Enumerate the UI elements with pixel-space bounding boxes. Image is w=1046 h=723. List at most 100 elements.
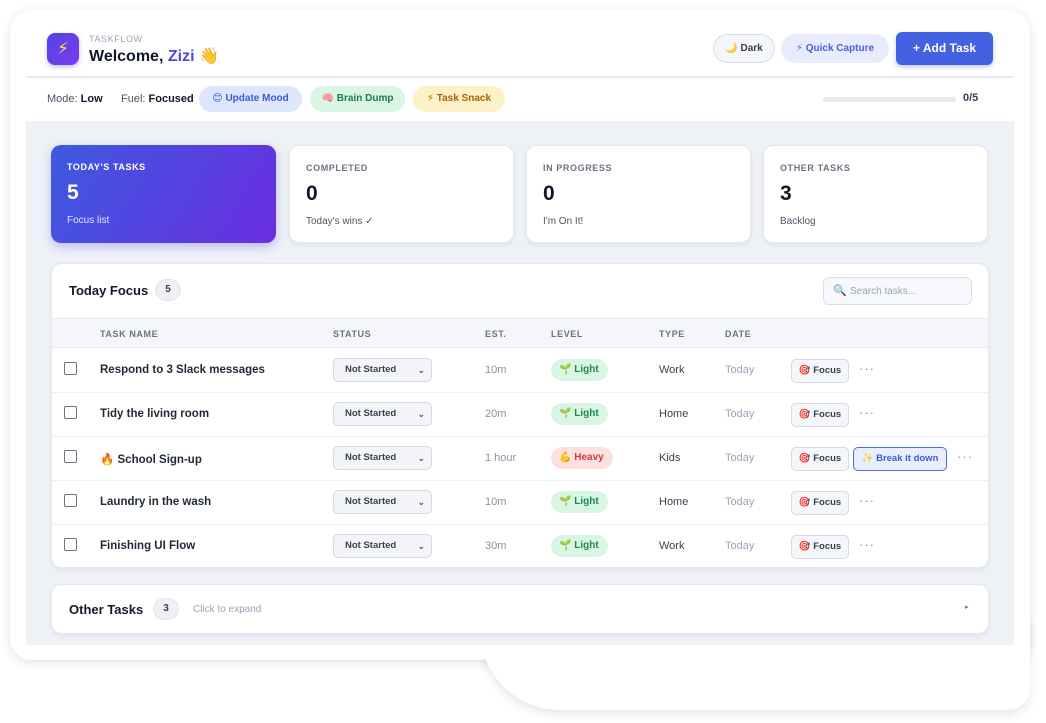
mode-label: Mode:: [47, 93, 78, 105]
brand-name: TASKFLOW: [89, 34, 143, 44]
table-row[interactable]: 🔥 School Sign-up Not Started ⌄ 1 hour 💪 Heav…: [52, 437, 988, 481]
expand-caret-icon[interactable]: ▸: [965, 603, 969, 611]
col-type[interactable]: TYPE: [659, 329, 685, 339]
more-options-icon[interactable]: ···: [859, 361, 875, 376]
task-name[interactable]: 🔥 School Sign-up: [100, 452, 202, 466]
task-type: Kids: [659, 452, 681, 464]
task-checkbox[interactable]: [64, 406, 77, 419]
chevron-down-icon: ⌄: [417, 453, 425, 463]
search-box[interactable]: 🔍: [823, 277, 972, 305]
task-type: Work: [659, 364, 685, 376]
dashboard-body: TODAY'S TASKS 5 Focus list COMPLETED 0 T…: [26, 121, 1014, 645]
brain-dump-button[interactable]: 🧠 Brain Dump: [310, 86, 405, 112]
status-select[interactable]: Not Started ⌄: [333, 534, 432, 558]
fuel-label: Fuel:: [121, 93, 146, 105]
break-it-down-button[interactable]: ✨ Break it down: [853, 447, 947, 471]
task-estimate: 1 hour: [485, 452, 517, 464]
card-subtitle: Today's wins ✓: [306, 216, 374, 227]
task-date: Today: [725, 540, 755, 552]
more-options-icon[interactable]: ···: [859, 537, 875, 552]
panel-title: Today Focus: [69, 283, 149, 298]
bolt-logo-icon: ⚡: [47, 33, 79, 65]
level-badge: 💪 Heavy: [551, 447, 613, 469]
search-input[interactable]: [850, 282, 968, 300]
focus-button[interactable]: 🎯 Focus: [791, 535, 849, 559]
status-bar: Mode: Low Fuel: Focused 😊 Update Mood 🧠 …: [26, 80, 1014, 120]
chevron-down-icon: ⌄: [417, 541, 425, 551]
quick-capture-button[interactable]: ⚡ Quick Capture: [781, 34, 889, 63]
task-estimate: 20m: [485, 408, 507, 420]
status-select[interactable]: Not Started ⌄: [333, 490, 432, 514]
col-est[interactable]: EST.: [485, 329, 506, 339]
other-tasks-panel[interactable]: Other Tasks 3 Click to expand ▸: [51, 584, 989, 634]
card-subtitle: Backlog: [780, 216, 816, 227]
task-checkbox[interactable]: [64, 538, 77, 551]
card-in-progress[interactable]: IN PROGRESS 0 I'm On It!: [526, 145, 751, 243]
task-name[interactable]: Tidy the living room: [100, 408, 209, 420]
task-estimate: 10m: [485, 364, 507, 376]
update-mood-button[interactable]: 😊 Update Mood: [199, 86, 302, 112]
chevron-down-icon: ⌄: [417, 365, 425, 375]
col-status[interactable]: STATUS: [333, 329, 371, 339]
daily-progress-bar: [823, 97, 956, 102]
card-label: OTHER TASKS: [780, 163, 851, 173]
card-value: 0: [543, 182, 555, 205]
task-estimate: 30m: [485, 540, 507, 552]
table-row[interactable]: Tidy the living room Not Started ⌄ 20m 🌱 Lig…: [52, 393, 988, 437]
focus-button[interactable]: 🎯 Focus: [791, 403, 849, 427]
user-name: Zizi: [167, 48, 195, 65]
focus-button[interactable]: 🎯 Focus: [791, 491, 849, 515]
task-count-badge: 5: [155, 279, 181, 301]
focus-button[interactable]: 🎯 Focus: [791, 359, 849, 383]
task-type: Home: [659, 408, 689, 420]
add-task-button[interactable]: + Add Task: [896, 32, 993, 65]
other-tasks-title: Other Tasks: [69, 602, 144, 617]
fuel-value: Focused: [148, 93, 194, 105]
status-select[interactable]: Not Started ⌄: [333, 402, 432, 426]
status-select[interactable]: Not Started ⌄: [333, 446, 432, 470]
dark-mode-button[interactable]: 🌙 Dark: [713, 34, 775, 63]
other-tasks-count-badge: 3: [153, 598, 179, 620]
task-checkbox[interactable]: [64, 362, 77, 375]
task-checkbox[interactable]: [64, 450, 77, 463]
card-value: 3: [780, 182, 792, 205]
col-level[interactable]: LEVEL: [551, 329, 583, 339]
table-row[interactable]: Finishing UI Flow Not Started ⌄ 30m 🌱 Light W…: [52, 525, 988, 567]
task-name[interactable]: Respond to 3 Slack messages: [100, 364, 265, 376]
task-type: Work: [659, 540, 685, 552]
card-other-tasks[interactable]: OTHER TASKS 3 Backlog: [763, 145, 988, 243]
task-date: Today: [725, 452, 755, 464]
task-snack-button[interactable]: ⚡ Task Snack: [413, 86, 505, 112]
card-subtitle: Focus list: [67, 215, 110, 226]
more-options-icon[interactable]: ···: [859, 493, 875, 508]
card-value: 5: [67, 181, 79, 204]
task-date: Today: [725, 496, 755, 508]
chevron-down-icon: ⌄: [417, 409, 425, 419]
card-label: COMPLETED: [306, 163, 368, 173]
col-task-name[interactable]: TASK NAME: [100, 329, 158, 339]
expand-hint: Click to expand: [193, 604, 262, 615]
task-name[interactable]: Finishing UI Flow: [100, 540, 195, 552]
status-select[interactable]: Not Started ⌄: [333, 358, 432, 382]
task-checkbox[interactable]: [64, 494, 77, 507]
wave-icon: 👋: [198, 48, 219, 65]
more-options-icon[interactable]: ···: [957, 449, 973, 464]
more-options-icon[interactable]: ···: [859, 405, 875, 420]
task-estimate: 10m: [485, 496, 507, 508]
chevron-down-icon: ⌄: [417, 497, 425, 507]
col-date[interactable]: DATE: [725, 329, 751, 339]
status-value: Not Started: [345, 496, 397, 507]
fuel-indicator: Fuel: Focused: [121, 93, 194, 105]
card-todays-tasks[interactable]: TODAY'S TASKS 5 Focus list: [51, 145, 276, 243]
card-label: IN PROGRESS: [543, 163, 613, 173]
table-row[interactable]: Respond to 3 Slack messages Not Started ⌄ 1…: [52, 349, 988, 393]
status-value: Not Started: [345, 364, 397, 375]
card-completed[interactable]: COMPLETED 0 Today's wins ✓: [289, 145, 514, 243]
task-name[interactable]: Laundry in the wash: [100, 496, 211, 508]
level-badge: 🌱 Light: [551, 359, 608, 381]
level-badge: 🌱 Light: [551, 403, 608, 425]
table-row[interactable]: Laundry in the wash Not Started ⌄ 10m 🌱 Ligh…: [52, 481, 988, 525]
card-subtitle: I'm On It!: [543, 216, 584, 227]
task-date: Today: [725, 408, 755, 420]
focus-button[interactable]: 🎯 Focus: [791, 447, 849, 471]
